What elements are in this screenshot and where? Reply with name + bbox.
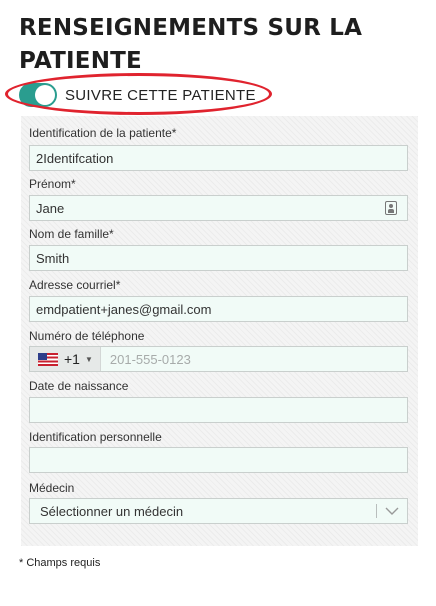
email-label: Adresse courriel* bbox=[29, 278, 121, 292]
first-name-field[interactable]: Jane bbox=[29, 195, 408, 221]
dial-code: +1 bbox=[64, 351, 80, 367]
toggle-knob bbox=[35, 85, 55, 105]
doctor-select-value: Sélectionner un médecin bbox=[40, 503, 184, 519]
follow-patient-row: SUIVRE CETTE PATIENTE bbox=[19, 82, 256, 108]
patient-id-field[interactable]: 2Identifcation bbox=[29, 145, 408, 171]
personal-id-label: Identification personnelle bbox=[29, 430, 162, 444]
birth-date-label: Date de naissance bbox=[29, 379, 129, 393]
follow-patient-label: SUIVRE CETTE PATIENTE bbox=[65, 86, 256, 104]
last-name-label: Nom de famille* bbox=[29, 227, 114, 241]
email-value: emdpatient+janes@gmail.com bbox=[36, 301, 212, 317]
patient-id-value: 2Identifcation bbox=[36, 150, 114, 166]
first-name-label: Prénom* bbox=[29, 177, 76, 191]
last-name-value: Smith bbox=[36, 250, 70, 266]
follow-patient-toggle[interactable] bbox=[19, 83, 57, 107]
birth-date-field[interactable] bbox=[29, 397, 408, 423]
phone-label: Numéro de téléphone bbox=[29, 329, 145, 343]
personal-id-field[interactable] bbox=[29, 447, 408, 473]
contact-card-icon[interactable] bbox=[385, 201, 397, 215]
doctor-label: Médecin bbox=[29, 481, 75, 495]
patient-id-label: Identification de la patiente* bbox=[29, 126, 177, 140]
first-name-value: Jane bbox=[36, 200, 65, 216]
phone-field: +1 ▼ 201-555-0123 bbox=[29, 346, 408, 372]
last-name-field[interactable]: Smith bbox=[29, 245, 408, 271]
required-fields-note: * Champs requis bbox=[19, 557, 101, 569]
phone-number-input[interactable]: 201-555-0123 bbox=[110, 352, 407, 367]
select-separator bbox=[376, 504, 377, 518]
email-field[interactable]: emdpatient+janes@gmail.com bbox=[29, 296, 408, 322]
country-code-picker[interactable]: +1 ▼ bbox=[30, 347, 101, 371]
page-title: RENSEIGNEMENTS SUR LA PATIENTE bbox=[19, 15, 363, 74]
us-flag-icon bbox=[38, 352, 58, 366]
doctor-select[interactable]: Sélectionner un médecin bbox=[29, 498, 408, 524]
caret-down-icon: ▼ bbox=[84, 354, 93, 364]
chevron-down-icon bbox=[385, 506, 399, 516]
